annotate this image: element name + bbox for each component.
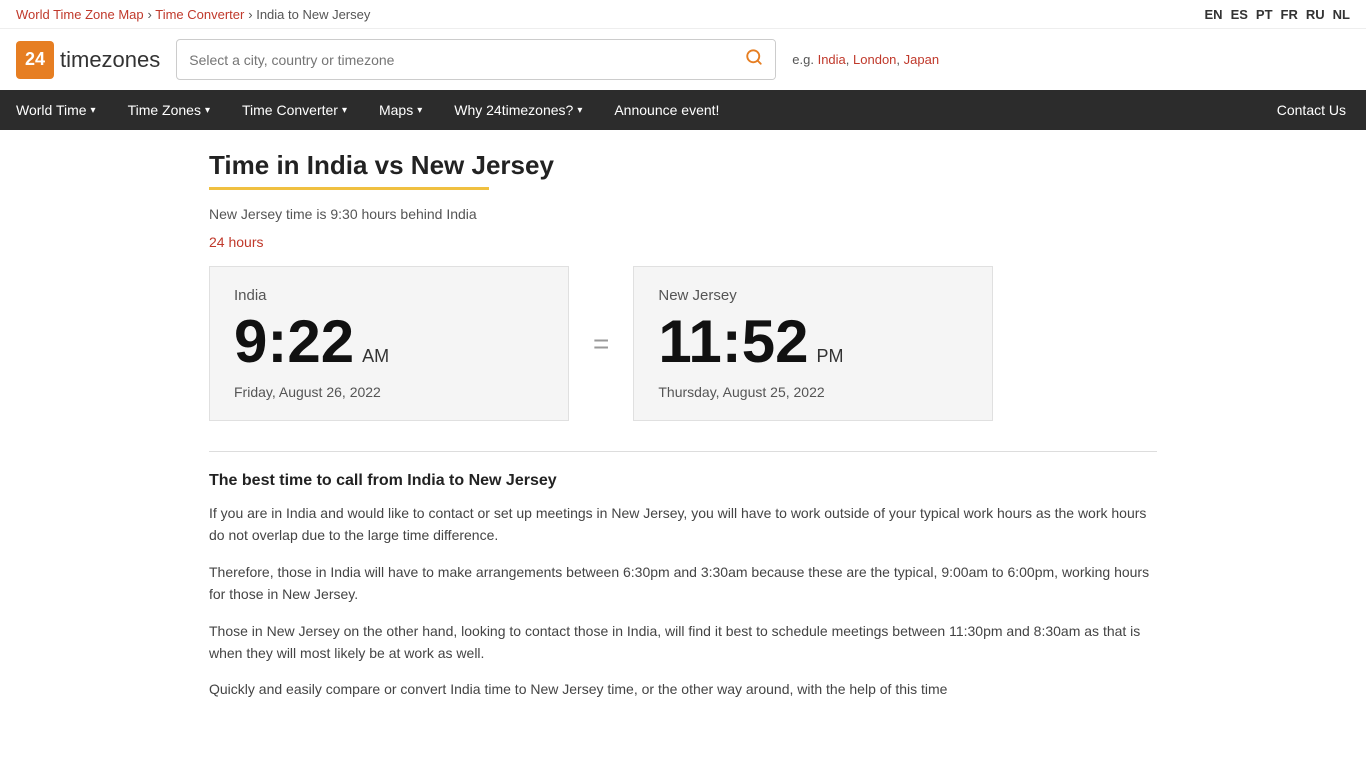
main-nav: World Time ▾ Time Zones ▾ Time Converter… xyxy=(0,90,1366,130)
best-time-para1: If you are in India and would like to co… xyxy=(209,502,1157,547)
breadcrumb-world-time-link[interactable]: World Time Zone Map xyxy=(16,7,144,22)
subtitle: New Jersey time is 9:30 hours behind Ind… xyxy=(209,206,1157,222)
clock-section: India 9:22 AM Friday, August 26, 2022 = … xyxy=(209,266,1157,421)
india-clock-display: 9:22 AM xyxy=(234,312,544,372)
nav-announce-label: Announce event! xyxy=(614,102,719,118)
search-input[interactable] xyxy=(177,44,733,76)
nav-contact-us[interactable]: Contact Us xyxy=(1257,90,1366,130)
breadcrumb-bar: World Time Zone Map › Time Converter › I… xyxy=(0,0,1366,29)
nav-why-label: Why 24timezones? xyxy=(454,102,573,118)
example-london-link[interactable]: London xyxy=(853,52,896,67)
example-japan-link[interactable]: Japan xyxy=(904,52,939,67)
nav-announce[interactable]: Announce event! xyxy=(598,90,735,130)
nav-time-converter-chevron: ▾ xyxy=(342,105,347,116)
content-wrapper: Time in India vs New Jersey New Jersey t… xyxy=(193,130,1173,735)
nav-maps-chevron: ▾ xyxy=(417,105,422,116)
hours-toggle-link[interactable]: 24 hours xyxy=(209,234,263,250)
example-label: e.g. xyxy=(792,52,814,67)
lang-pt[interactable]: PT xyxy=(1256,7,1273,22)
india-ampm: AM xyxy=(362,346,389,367)
lang-nl[interactable]: NL xyxy=(1333,7,1350,22)
india-date: Friday, August 26, 2022 xyxy=(234,384,544,400)
nav-items: World Time ▾ Time Zones ▾ Time Converter… xyxy=(0,90,1257,130)
breadcrumb-time-converter-link[interactable]: Time Converter xyxy=(155,7,244,22)
search-icon xyxy=(745,48,763,66)
nav-maps[interactable]: Maps ▾ xyxy=(363,90,438,130)
nav-maps-label: Maps xyxy=(379,102,413,118)
lang-en[interactable]: EN xyxy=(1205,7,1223,22)
nj-location: New Jersey xyxy=(658,287,968,304)
best-time-para2: Therefore, those in India will have to m… xyxy=(209,561,1157,606)
nav-world-time-label: World Time xyxy=(16,102,87,118)
nj-clock-display: 11:52 PM xyxy=(658,312,968,372)
nav-time-zones-chevron: ▾ xyxy=(205,105,210,116)
logo-box: 24 xyxy=(16,41,54,79)
nav-time-zones[interactable]: Time Zones ▾ xyxy=(112,90,226,130)
best-time-section: The best time to call from India to New … xyxy=(209,451,1157,701)
india-clock-card: India 9:22 AM Friday, August 26, 2022 xyxy=(209,266,569,421)
title-underline xyxy=(209,187,489,190)
india-time: 9:22 xyxy=(234,312,354,372)
search-button[interactable] xyxy=(733,40,775,79)
nav-time-zones-label: Time Zones xyxy=(128,102,201,118)
example-links: e.g. India, London, Japan xyxy=(792,52,939,67)
nav-world-time[interactable]: World Time ▾ xyxy=(0,90,112,130)
nj-time: 11:52 xyxy=(658,312,808,372)
logo-text: timezones xyxy=(60,47,160,73)
nj-date: Thursday, August 25, 2022 xyxy=(658,384,968,400)
lang-fr[interactable]: FR xyxy=(1281,7,1298,22)
nav-time-converter-label: Time Converter xyxy=(242,102,338,118)
nj-ampm: PM xyxy=(817,346,844,367)
nav-world-time-chevron: ▾ xyxy=(91,105,96,116)
site-header: 24 timezones e.g. India, London, Japan xyxy=(0,29,1366,90)
equals-sign: = xyxy=(569,328,633,360)
best-time-para3: Those in New Jersey on the other hand, l… xyxy=(209,620,1157,665)
lang-es[interactable]: ES xyxy=(1231,7,1248,22)
breadcrumb-separator2: › xyxy=(248,7,256,22)
logo-link[interactable]: 24 timezones xyxy=(16,41,160,79)
search-bar xyxy=(176,39,776,80)
best-time-heading: The best time to call from India to New … xyxy=(209,472,1157,490)
breadcrumb-current: India to New Jersey xyxy=(256,7,370,22)
nav-why[interactable]: Why 24timezones? ▾ xyxy=(438,90,598,130)
nav-why-chevron: ▾ xyxy=(577,105,582,116)
nav-contact-us-label: Contact Us xyxy=(1277,102,1346,118)
nj-clock-card: New Jersey 11:52 PM Thursday, August 25,… xyxy=(633,266,993,421)
nav-time-converter[interactable]: Time Converter ▾ xyxy=(226,90,363,130)
page-title: Time in India vs New Jersey xyxy=(209,150,1157,181)
language-links: EN ES PT FR RU NL xyxy=(1205,7,1351,22)
india-location: India xyxy=(234,287,544,304)
best-time-para4: Quickly and easily compare or convert In… xyxy=(209,678,1157,700)
breadcrumb: World Time Zone Map › Time Converter › I… xyxy=(16,6,370,22)
lang-ru[interactable]: RU xyxy=(1306,7,1325,22)
example-india-link[interactable]: India xyxy=(818,52,846,67)
